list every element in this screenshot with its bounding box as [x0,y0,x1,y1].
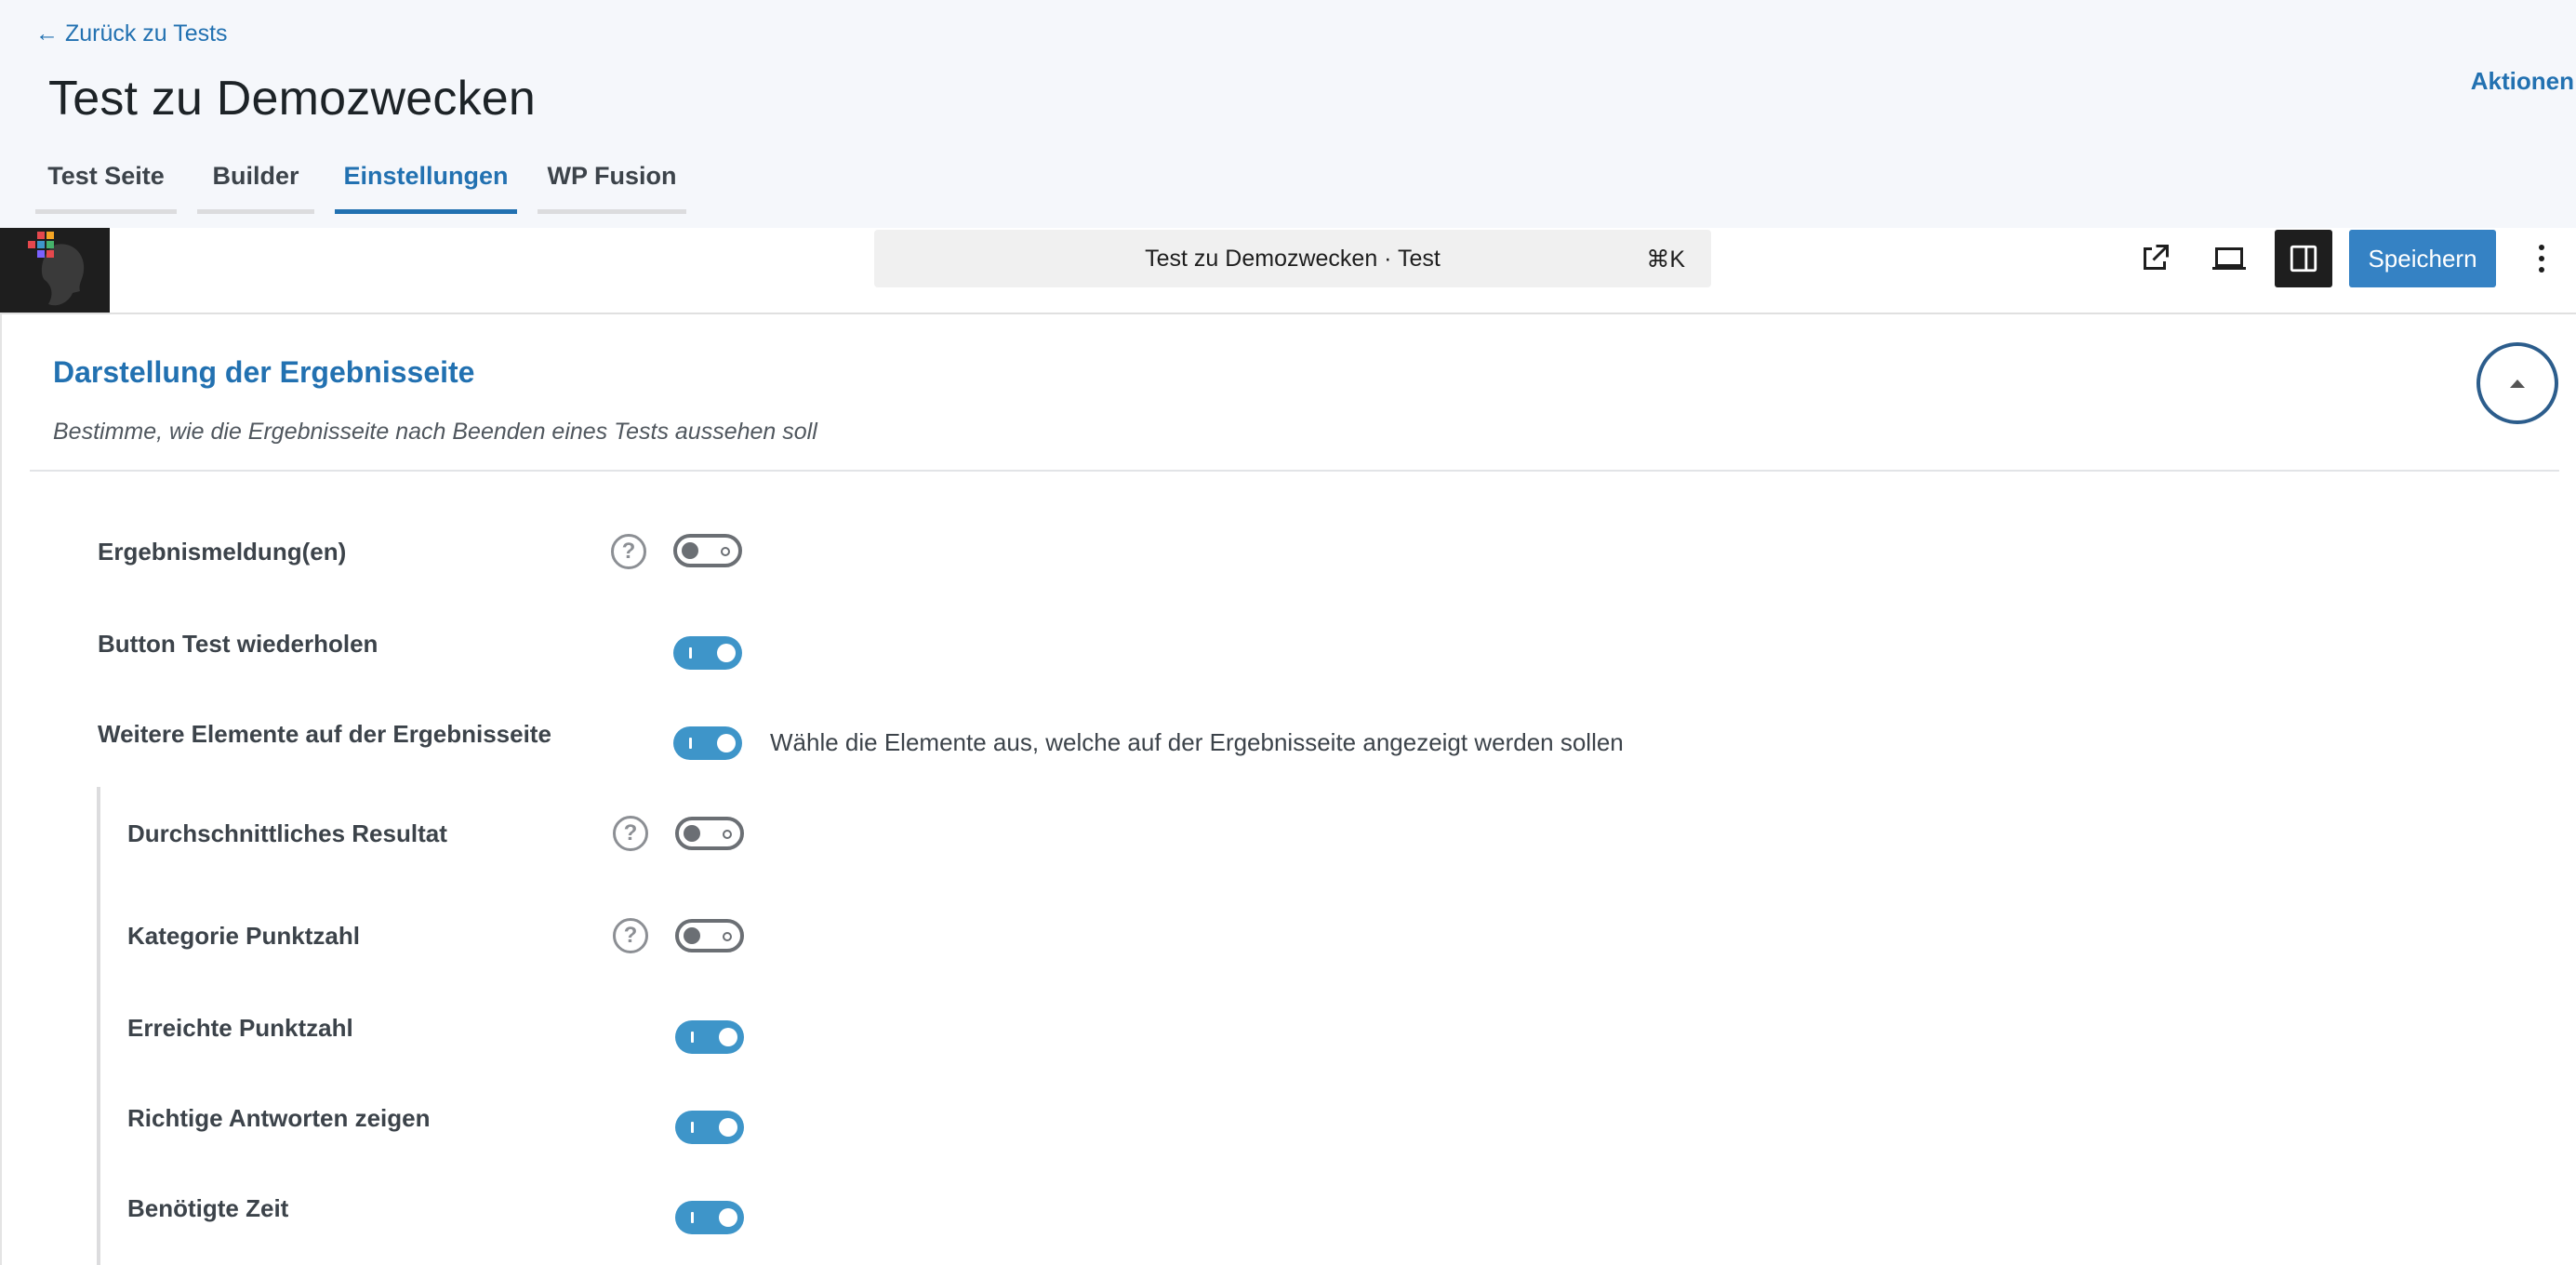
site-logo[interactable] [0,228,110,313]
desktop-preview-icon [2212,247,2246,270]
external-link-button[interactable] [2126,230,2184,287]
toggle-knob [684,927,700,944]
command-bar-title: Test zu Demozwecken · Test [1145,246,1441,272]
collapse-section-button[interactable] [2476,342,2558,424]
toggle-knob [719,1028,737,1046]
toggle-knob [719,1208,737,1227]
toggle-on-indicator [691,1032,694,1043]
preview-button[interactable] [2200,230,2258,287]
section-description: Bestimme, wie die Ergebnisseite nach Bee… [53,419,817,445]
toggle-on-indicator [689,647,692,659]
command-palette-bar[interactable]: Test zu Demozwecken · Test ⌘K [874,230,1711,287]
setting-label-erreichte-punktzahl: Erreichte Punktzahl [127,1014,353,1042]
toggle-off-indicator [723,932,732,941]
tab-builder[interactable]: Builder [197,158,314,214]
setting-label-kategorie-punktzahl: Kategorie Punktzahl [127,922,360,950]
setting-hint-weitere-elemente: Wähle die Elemente aus, welche auf der E… [770,728,1624,756]
setting-label-richtige-antworten: Richtige Antworten zeigen [127,1104,431,1132]
more-options-icon [2539,245,2544,273]
tab-einstellungen[interactable]: Einstellungen [335,158,517,214]
tab-wp-fusion[interactable]: WP Fusion [538,158,686,214]
toggle-off-indicator [721,547,730,556]
help-icon[interactable]: ? [613,918,648,953]
external-link-icon [2144,245,2169,270]
toggle-on-indicator [691,1212,694,1223]
sidebar-toggle-button[interactable] [2275,230,2332,287]
toggle-knob [717,644,736,662]
settings-panel: Darstellung der Ergebnisseite Bestimme, … [0,314,2576,1265]
toggle-benoetigte-zeit[interactable] [675,1201,744,1234]
toggle-durchschnittliches-resultat[interactable] [675,817,744,850]
setting-label-button-test-wiederholen: Button Test wiederholen [98,630,378,658]
save-button[interactable]: Speichern [2349,230,2496,287]
sidebar-toggle-icon [2290,245,2317,273]
site-logo-icon [28,232,85,306]
back-to-tests-link[interactable]: ← Zurück zu Tests [35,20,228,47]
setting-label-ergebnismeldungen: Ergebnismeldung(en) [98,538,347,566]
toggle-knob [682,542,698,559]
tab-test-seite[interactable]: Test Seite [35,158,177,214]
setting-label-benoetigte-zeit: Benötigte Zeit [127,1194,289,1222]
command-shortcut: ⌘K [1646,246,1685,273]
toggle-ergebnismeldungen[interactable] [673,534,742,567]
toggle-on-indicator [689,738,692,749]
help-icon[interactable]: ? [613,816,648,851]
toggle-off-indicator [723,830,732,839]
tab-bar: Test Seite Builder Einstellungen WP Fusi… [35,158,707,214]
toggle-knob [719,1118,737,1137]
help-icon[interactable]: ? [611,534,646,569]
toggle-erreichte-punktzahl[interactable] [675,1020,744,1054]
toggle-knob [684,825,700,842]
toggle-weitere-elemente[interactable] [673,726,742,760]
toggle-button-test-wiederholen[interactable] [673,636,742,670]
nested-settings-indicator [97,787,100,1265]
toggle-kategorie-punktzahl[interactable] [675,919,744,952]
toggle-richtige-antworten[interactable] [675,1111,744,1144]
caret-up-icon [2510,380,2525,388]
setting-label-durchschnittliches-resultat: Durchschnittliches Resultat [127,819,447,847]
setting-label-weitere-elemente: Weitere Elemente auf der Ergebnisseite [98,720,551,748]
actions-menu-link[interactable]: Aktionen [2471,67,2574,96]
toggle-knob [717,734,736,752]
section-divider [30,470,2559,472]
page-header: ← Zurück zu Tests Test zu Demozwecken Ak… [0,0,2576,228]
editor-toolbar: Test zu Demozwecken · Test ⌘K Speichern [0,228,2576,314]
toggle-on-indicator [691,1122,694,1133]
more-options-button[interactable] [2518,230,2565,287]
page-title: Test zu Demozwecken [48,72,537,126]
section-title: Darstellung der Ergebnisseite [53,355,475,389]
